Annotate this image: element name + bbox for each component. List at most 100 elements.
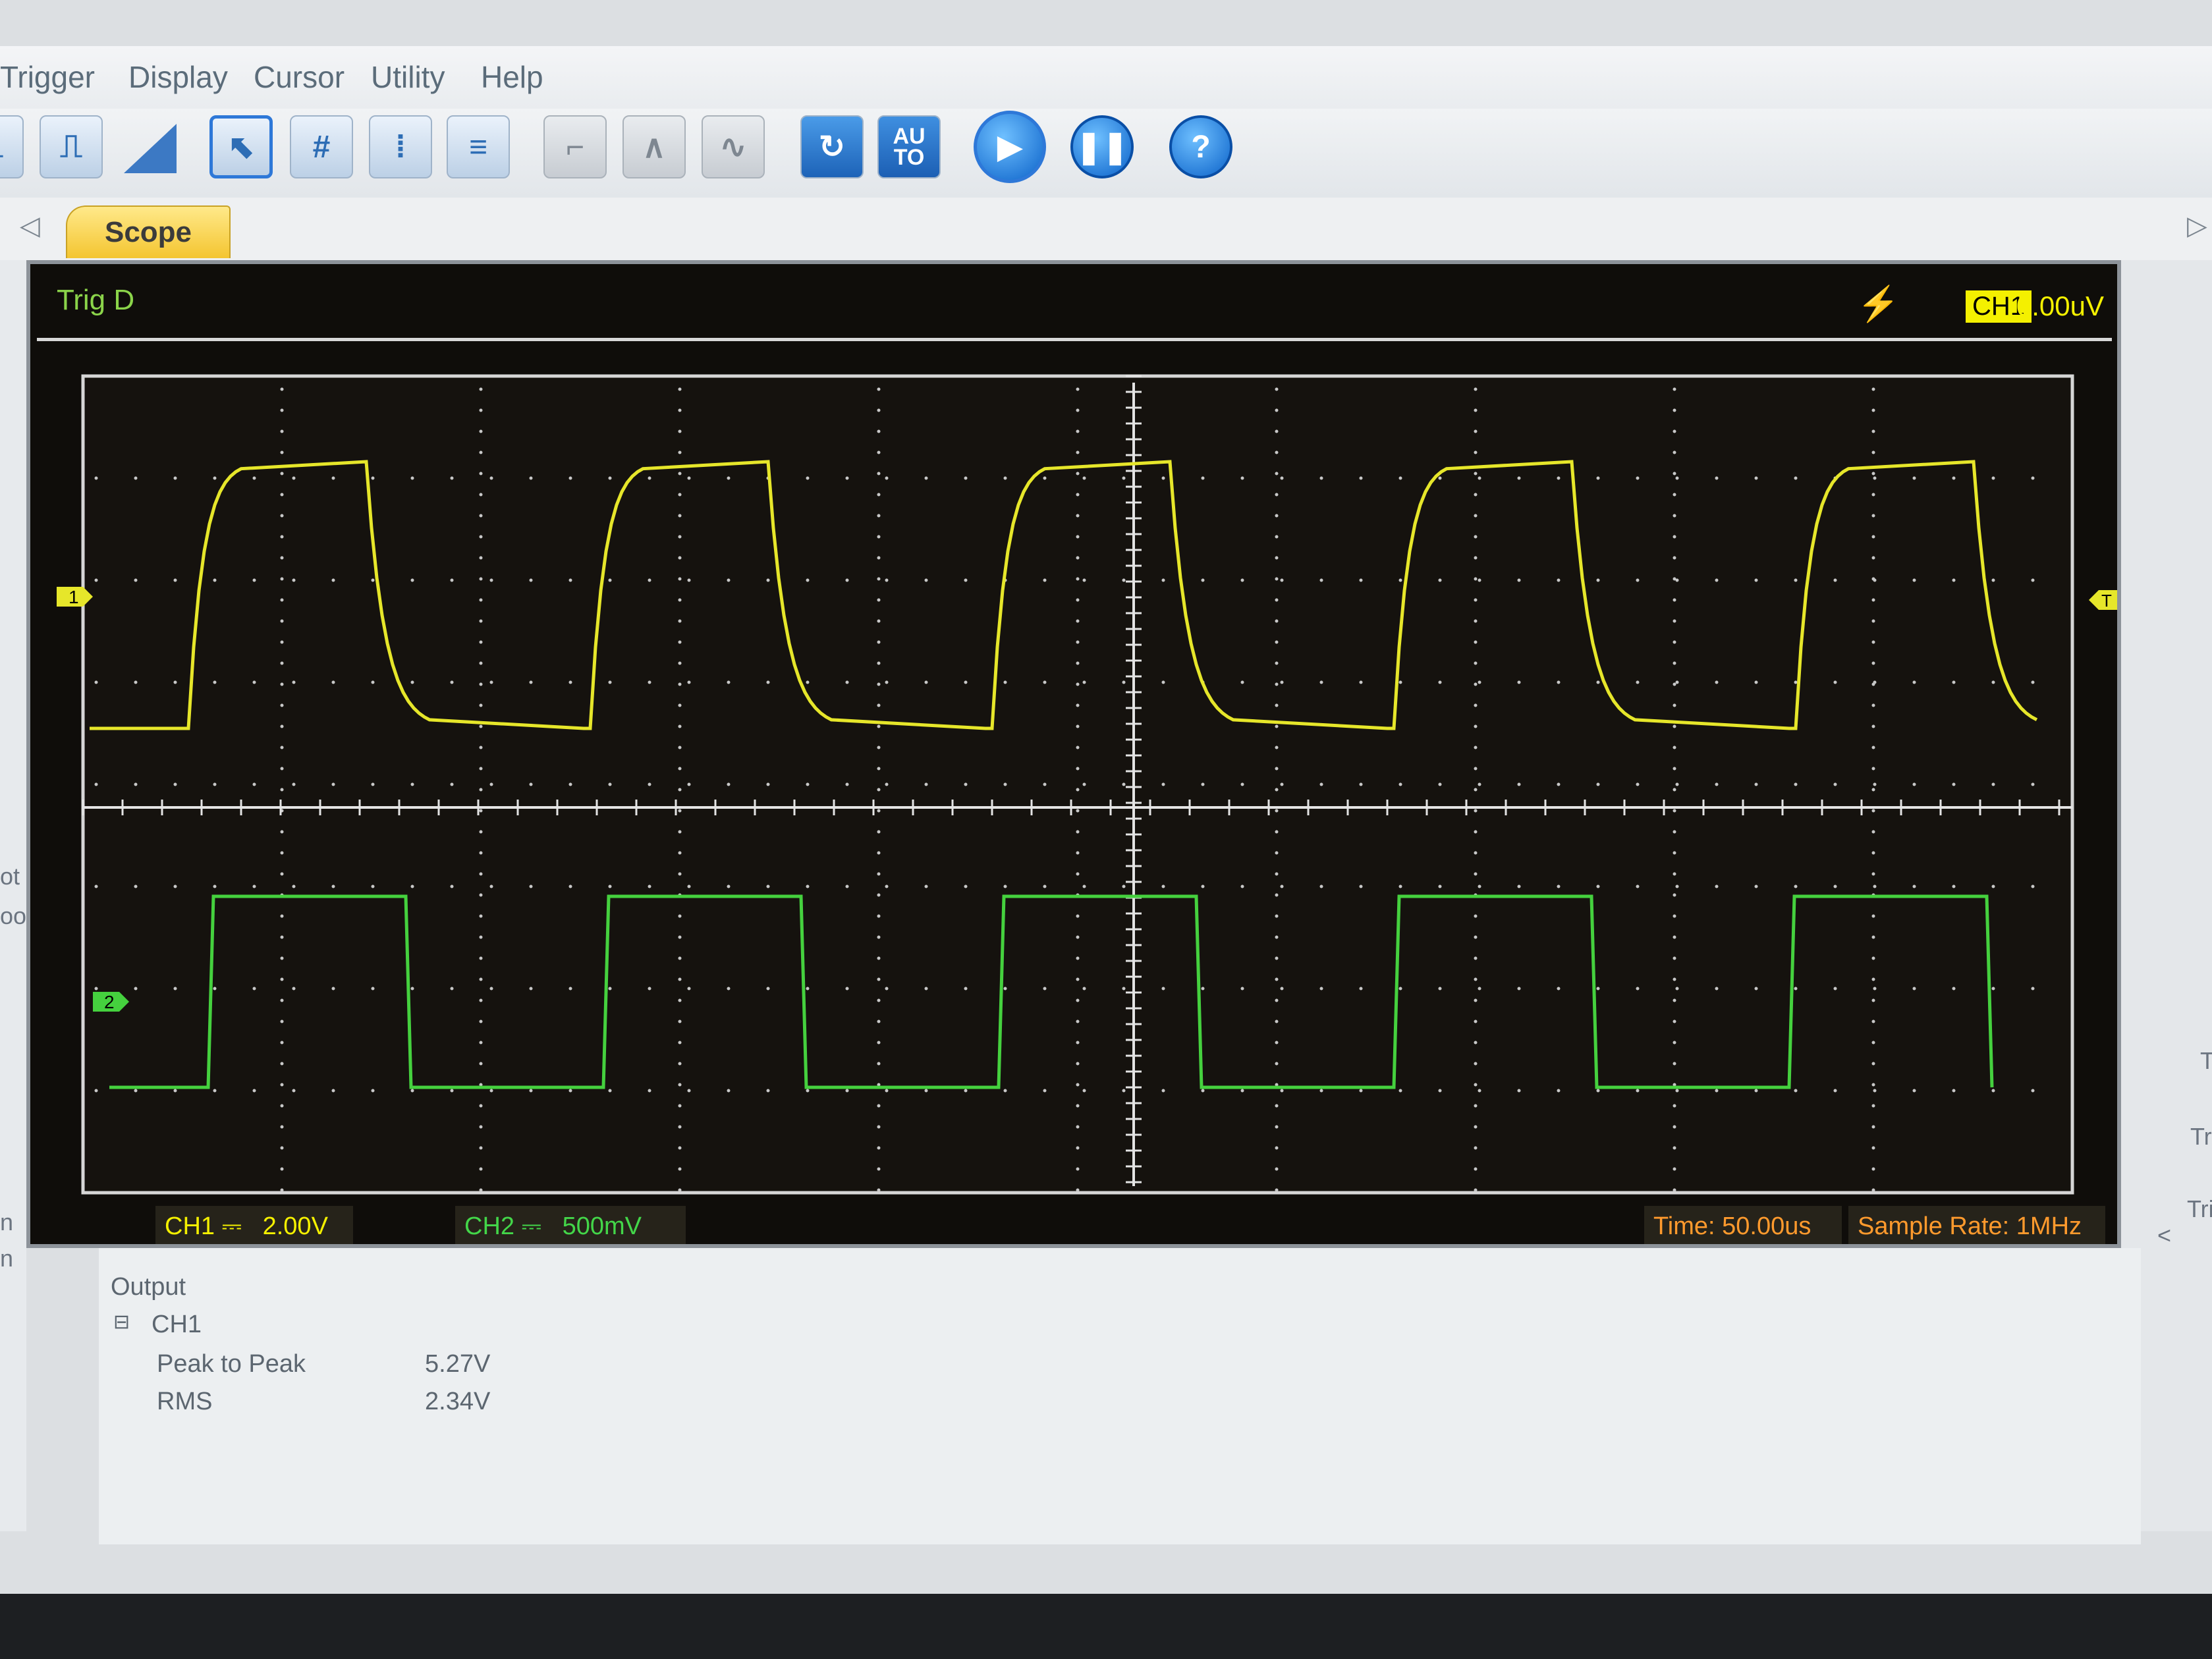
grid-dot xyxy=(1715,884,1719,888)
grid-dot xyxy=(1076,935,1080,939)
grid-dot xyxy=(877,724,881,728)
grid-dot xyxy=(280,661,284,665)
right-scroll-left-icon[interactable]: < xyxy=(2157,1222,2171,1249)
menu-utility[interactable]: Utility xyxy=(371,59,445,95)
grid-dot xyxy=(1201,987,1205,991)
grid-dot xyxy=(479,703,483,707)
grid-dot xyxy=(1398,782,1402,786)
grid-dot xyxy=(877,661,881,665)
cursor-vertical-icon[interactable]: ⁞ xyxy=(369,115,432,178)
menu-help[interactable]: Help xyxy=(481,59,543,95)
grid-dot xyxy=(280,956,284,960)
grid-dot xyxy=(1675,578,1679,582)
grid-dot xyxy=(1673,1062,1676,1066)
grid-dot xyxy=(252,782,256,786)
tab-scroll-right-icon[interactable]: ▷ xyxy=(2187,211,2207,241)
measurement-name: Peak to Peak xyxy=(157,1350,306,1378)
menu-display[interactable]: Display xyxy=(128,59,228,95)
ch2-scale-box[interactable]: CH2 ⎓ 500mV xyxy=(455,1206,686,1244)
grid-dot xyxy=(489,782,493,786)
pause-icon[interactable]: ❚❚ xyxy=(1070,115,1134,178)
auto-button[interactable]: AU TO xyxy=(877,115,941,178)
grid-dot xyxy=(877,408,881,412)
grid-dot xyxy=(1871,535,1875,539)
menu-cursor[interactable]: Cursor xyxy=(254,59,345,95)
grid-dot xyxy=(479,598,483,602)
grid-dot xyxy=(1754,884,1758,888)
grid-dot xyxy=(280,1167,284,1171)
grid-dot xyxy=(479,1104,483,1108)
grid-dot xyxy=(1280,680,1284,684)
grid-dot xyxy=(885,476,889,480)
grid-dot xyxy=(529,782,533,786)
grid-dot xyxy=(1871,661,1875,665)
grid-dot xyxy=(877,556,881,560)
waveform-plot[interactable]: 1 2 T xyxy=(30,264,2117,1206)
tab-scope[interactable]: Scope xyxy=(66,205,231,258)
grid-dot xyxy=(1912,476,1916,480)
refresh-icon[interactable]: ↻ xyxy=(800,115,864,178)
grid-dot xyxy=(1673,935,1676,939)
grid-dot xyxy=(1673,619,1676,623)
grid-dot xyxy=(331,884,335,888)
sine-wave-icon[interactable]: ∿ xyxy=(702,115,765,178)
grid-dot xyxy=(450,987,454,991)
help-icon[interactable]: ? xyxy=(1169,115,1232,178)
grid-dot xyxy=(1275,809,1279,813)
grid-dot xyxy=(1359,884,1363,888)
tab-scroll-left-icon[interactable]: ◁ xyxy=(20,211,40,241)
grid-dot xyxy=(1275,1062,1279,1066)
grid-dot xyxy=(173,1089,177,1093)
grid-dot xyxy=(331,1089,335,1093)
ramp-icon[interactable] xyxy=(119,115,182,178)
triangle-wave-icon[interactable]: ∧ xyxy=(622,115,686,178)
grid-dot xyxy=(678,493,682,497)
ch1-scale-box[interactable]: CH1 ⎓ 2.00V xyxy=(155,1206,353,1244)
output-channel[interactable]: CH1 xyxy=(152,1311,202,1339)
grid-icon[interactable]: # xyxy=(290,115,353,178)
grid-dot xyxy=(479,577,483,581)
trigger-level-marker[interactable]: T xyxy=(2089,590,2117,611)
grid-dot xyxy=(885,987,889,991)
grid-dot xyxy=(845,680,849,684)
run-icon[interactable]: ▶ xyxy=(974,111,1046,183)
grid-dot xyxy=(806,1089,810,1093)
ch2-icon[interactable]: ⎍ xyxy=(40,115,103,178)
ch1-icon[interactable]: ⎍ xyxy=(0,115,24,178)
grid-dot xyxy=(1161,1089,1165,1093)
grid-dot xyxy=(1003,1089,1007,1093)
time-base[interactable]: Time: 50.00us xyxy=(1644,1206,1842,1244)
grid-dot xyxy=(687,884,691,888)
grid-dot xyxy=(1517,782,1521,786)
help-label: ? xyxy=(1191,129,1211,165)
grid-dot xyxy=(1873,987,1877,991)
grid-dot xyxy=(1673,661,1676,665)
grid-dot xyxy=(1474,1083,1478,1087)
grid-dot xyxy=(1912,680,1916,684)
grid-dot xyxy=(1675,782,1679,786)
cursor-horizontal-icon[interactable]: ≡ xyxy=(447,115,510,178)
measurement-name: RMS xyxy=(157,1388,213,1415)
grid-dot xyxy=(1043,578,1047,582)
grid-dot xyxy=(1082,782,1086,786)
step-icon[interactable]: ⌐ xyxy=(543,115,607,178)
grid-dot xyxy=(1201,578,1205,582)
menu-trigger[interactable]: Trigger xyxy=(0,59,95,95)
grid-dot xyxy=(1319,884,1323,888)
collapse-icon[interactable]: ⊟ xyxy=(113,1311,130,1334)
grid-dot xyxy=(1275,830,1279,834)
grid-dot xyxy=(280,977,284,981)
grid-dot xyxy=(2031,987,2035,991)
grid-dot xyxy=(568,1089,572,1093)
grid-dot xyxy=(479,1062,483,1066)
grid-dot xyxy=(1082,680,1086,684)
grid-dot xyxy=(173,578,177,582)
grid-dot xyxy=(252,884,256,888)
grid-dot xyxy=(877,893,881,897)
grid-dot xyxy=(678,998,682,1002)
grid-dot xyxy=(1557,987,1561,991)
right-fragment-text: T xyxy=(2200,1047,2212,1074)
grid-dot xyxy=(1873,680,1877,684)
grid-dot xyxy=(1076,1125,1080,1129)
select-icon[interactable]: ⬉ xyxy=(209,115,273,178)
